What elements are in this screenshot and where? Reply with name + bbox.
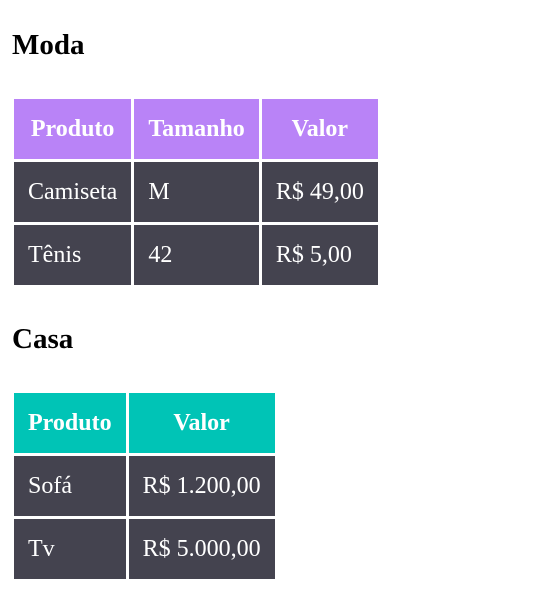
- table-moda: Produto Tamanho Valor Camiseta M R$ 49,0…: [11, 96, 381, 288]
- column-header-valor: Valor: [261, 99, 378, 159]
- table-casa: Produto Valor Sofá R$ 1.200,00 Tv R$ 5.0…: [11, 390, 278, 582]
- table-header-row: Produto Tamanho Valor: [14, 99, 378, 159]
- column-header-produto: Produto: [14, 393, 126, 453]
- table-header-row: Produto Valor: [14, 393, 275, 453]
- cell-tamanho: 42: [134, 225, 259, 285]
- table-row: Camiseta M R$ 49,00: [14, 162, 378, 222]
- cell-produto: Sofá: [14, 456, 126, 516]
- cell-tamanho: M: [134, 162, 259, 222]
- cell-valor: R$ 1.200,00: [128, 456, 275, 516]
- section-title-moda: Moda: [12, 29, 85, 61]
- table-row: Tv R$ 5.000,00: [14, 519, 275, 579]
- cell-valor: R$ 5,00: [261, 225, 378, 285]
- table-row: Sofá R$ 1.200,00: [14, 456, 275, 516]
- table-row: Tênis 42 R$ 5,00: [14, 225, 378, 285]
- column-header-valor: Valor: [128, 393, 275, 453]
- cell-valor: R$ 49,00: [261, 162, 378, 222]
- section-title-casa: Casa: [12, 323, 74, 355]
- cell-produto: Tênis: [14, 225, 132, 285]
- column-header-produto: Produto: [14, 99, 132, 159]
- column-header-tamanho: Tamanho: [134, 99, 259, 159]
- cell-valor: R$ 5.000,00: [128, 519, 275, 579]
- cell-produto: Camiseta: [14, 162, 132, 222]
- cell-produto: Tv: [14, 519, 126, 579]
